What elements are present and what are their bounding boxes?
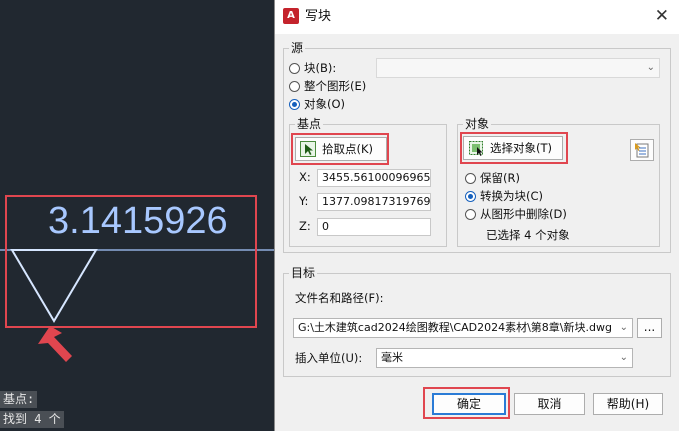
target-legend: 目标	[289, 266, 318, 280]
radio-delete-from-drawing-label[interactable]: 从图形中删除(D)	[480, 206, 567, 222]
radio-objects[interactable]	[289, 99, 300, 110]
select-objects-label: 选择对象(T)	[490, 141, 552, 155]
cancel-button[interactable]: 取消	[514, 393, 585, 415]
triangle-symbol	[10, 249, 98, 323]
radio-entire-drawing[interactable]	[289, 81, 300, 92]
radio-block-label[interactable]: 块(B):	[304, 60, 336, 76]
dialog-title: 写块	[305, 9, 332, 24]
y-input[interactable]: 1377.098173197696	[317, 193, 431, 211]
radio-retain-label[interactable]: 保留(R)	[480, 170, 520, 186]
pick-point-label: 拾取点(K)	[322, 142, 374, 156]
chevron-down-icon: ⌄	[617, 319, 628, 337]
insert-units-value: 毫米	[381, 351, 403, 364]
x-label: X:	[299, 170, 311, 184]
z-label: Z:	[299, 219, 311, 233]
autocad-app-icon: A	[283, 8, 299, 24]
help-button[interactable]: 帮助(H)	[593, 393, 663, 415]
chevron-down-icon: ⌄	[619, 352, 628, 363]
z-input[interactable]: 0	[317, 218, 431, 236]
radio-objects-label[interactable]: 对象(O)	[304, 96, 345, 112]
block-name-combo[interactable]: ⌄	[376, 58, 660, 78]
y-label: Y:	[299, 194, 309, 208]
radio-entire-drawing-label[interactable]: 整个图形(E)	[304, 78, 366, 94]
browse-button[interactable]: ...	[637, 318, 662, 338]
radio-convert-to-block-label[interactable]: 转换为块(C)	[480, 188, 543, 204]
command-line-2: 找到 4 个	[0, 411, 64, 428]
objects-legend: 对象	[463, 117, 492, 131]
insert-units-label: 插入单位(U):	[295, 351, 363, 365]
source-legend: 源	[289, 41, 306, 55]
selected-objects-status: 已选择 4 个对象	[486, 228, 570, 242]
select-objects-button[interactable]: 选择对象(T)	[463, 136, 563, 160]
command-line-1: 基点:	[0, 391, 38, 408]
file-path-value: G:\土木建筑cad2024绘图教程\CAD2024素材\第8章\新块.dwg	[298, 321, 612, 334]
dimension-text: 3.1415926	[48, 200, 228, 242]
file-path-combo[interactable]: G:\土木建筑cad2024绘图教程\CAD2024素材\第8章\新块.dwg …	[293, 318, 633, 338]
select-objects-icon	[469, 141, 483, 156]
ok-button[interactable]: 确定	[432, 393, 506, 415]
x-input[interactable]: 3455.56100096965	[317, 169, 431, 187]
radio-retain[interactable]	[465, 173, 476, 184]
write-block-dialog: A 写块 ✕ 源 块(B): ⌄ 整个图形(E) 对象(O) 基点 拾取点(K)…	[274, 0, 679, 431]
radio-convert-to-block[interactable]	[465, 191, 476, 202]
red-arrow-icon	[38, 326, 72, 362]
close-icon[interactable]: ✕	[655, 6, 669, 26]
quick-select-icon	[635, 143, 649, 158]
pick-point-button[interactable]: 拾取点(K)	[295, 137, 387, 161]
dialog-titlebar[interactable]: A 写块 ✕	[275, 0, 679, 34]
insert-units-combo[interactable]: 毫米 ⌄	[376, 348, 633, 368]
radio-delete-from-drawing[interactable]	[465, 209, 476, 220]
quick-select-button[interactable]	[630, 139, 654, 161]
file-path-label: 文件名和路径(F):	[295, 291, 384, 305]
pick-point-icon	[300, 141, 316, 157]
base-point-legend: 基点	[295, 117, 324, 131]
chevron-down-icon: ⌄	[646, 62, 655, 73]
radio-block[interactable]	[289, 63, 300, 74]
